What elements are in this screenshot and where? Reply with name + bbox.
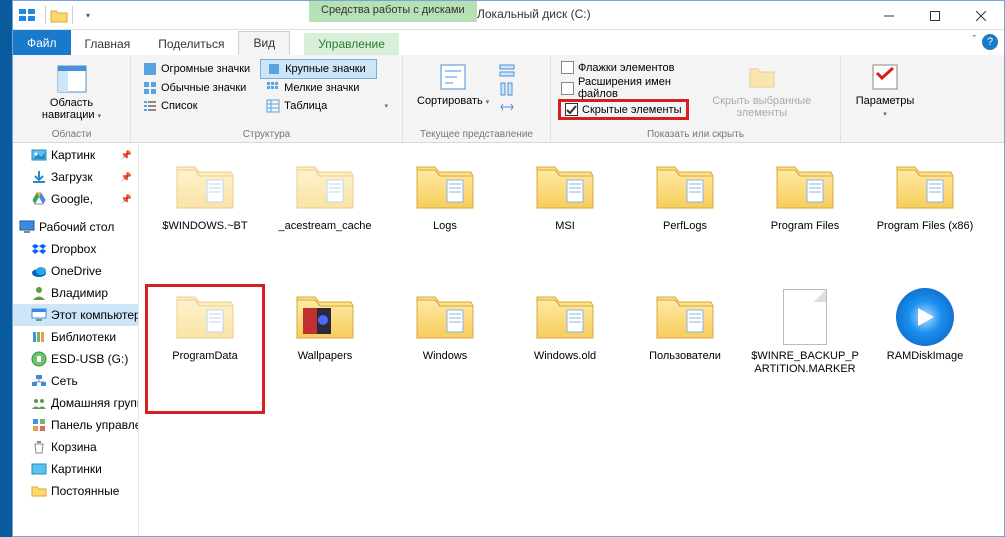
tab-row: Файл Главная Поделиться Вид Управление ˇ… — [13, 30, 1004, 55]
options-button[interactable]: Параметры ▾ — [847, 59, 923, 123]
nav-pane-icon — [56, 63, 88, 95]
size-columns-icon[interactable] — [499, 99, 515, 115]
content-area: Картинк📌Загрузк📌Google,📌 Рабочий столDrop… — [13, 144, 1004, 536]
tree-item[interactable]: Сеть — [13, 370, 138, 392]
tree-item[interactable]: OneDrive — [13, 260, 138, 282]
maximize-button[interactable] — [912, 1, 958, 30]
group-by-icon[interactable] — [499, 63, 515, 79]
window-icon — [19, 9, 35, 21]
hide-icon — [746, 61, 778, 93]
ribbon-collapse-icon[interactable]: ˇ — [972, 34, 976, 50]
layout-list[interactable]: Список — [137, 97, 260, 115]
file-item[interactable]: Пользователи — [625, 284, 745, 414]
nav-tree[interactable]: Картинк📌Загрузк📌Google,📌 Рабочий столDrop… — [13, 144, 139, 536]
chk-item-flags[interactable]: Флажки элементов — [561, 61, 686, 74]
tab-home[interactable]: Главная — [71, 33, 145, 55]
tree-item[interactable]: Домашняя группа — [13, 392, 138, 414]
tree-item[interactable]: Корзина — [13, 436, 138, 458]
file-item[interactable]: MSI — [505, 154, 625, 284]
files-pane[interactable]: $WINDOWS.~BT_acestream_cacheLogsMSIPerfL… — [139, 144, 1004, 536]
sort-icon — [437, 61, 469, 93]
layout-more[interactable]: ▾ — [377, 97, 396, 115]
tree-item[interactable]: Dropbox — [13, 238, 138, 260]
options-icon — [869, 61, 901, 93]
tree-item[interactable]: Библиотеки — [13, 326, 138, 348]
qat-folder-icon[interactable] — [50, 8, 68, 23]
chk-file-extensions[interactable]: Расширения имен файлов — [561, 76, 686, 100]
tab-share[interactable]: Поделиться — [144, 33, 238, 55]
file-item[interactable]: $WINDOWS.~BT — [145, 154, 265, 284]
tree-item[interactable]: ESD-USB (G:) — [13, 348, 138, 370]
nav-pane-button[interactable]: Область навигации ▾ — [19, 59, 124, 127]
tree-item[interactable]: Этот компьютер — [13, 304, 138, 326]
ribbon-view: Область навигации ▾ Области Огромные зна… — [13, 55, 1004, 143]
file-item[interactable]: PerfLogs — [625, 154, 745, 284]
sort-button[interactable]: Сортировать ▾ — [409, 59, 497, 119]
file-item[interactable]: Windows — [385, 284, 505, 414]
file-item[interactable]: _acestream_cache — [265, 154, 385, 284]
tree-item[interactable]: Google,📌 — [13, 188, 138, 210]
tab-view[interactable]: Вид — [238, 31, 290, 55]
tree-item[interactable]: Картинк📌 — [13, 144, 138, 166]
add-column-icon[interactable] — [499, 81, 515, 97]
file-item[interactable]: ProgramData — [145, 284, 265, 414]
tab-manage[interactable]: Управление — [304, 33, 399, 55]
file-item[interactable]: Program Files (x86) — [865, 154, 985, 284]
file-item[interactable]: Wallpapers — [265, 284, 385, 414]
layout-huge-icons[interactable]: Огромные значки — [137, 59, 260, 79]
layout-small-icons[interactable]: Мелкие значки — [260, 79, 377, 97]
tree-item[interactable]: Владимир — [13, 282, 138, 304]
minimize-button[interactable] — [866, 1, 912, 30]
tree-item[interactable]: Картинки — [13, 458, 138, 480]
file-item[interactable]: Program Files — [745, 154, 865, 284]
tree-item[interactable]: Панель управления — [13, 414, 138, 436]
tree-item[interactable]: Рабочий стол — [13, 216, 138, 238]
tree-item[interactable]: Загрузк📌 — [13, 166, 138, 188]
layout-table[interactable]: Таблица — [260, 97, 377, 115]
titlebar: ▾ Средства работы с дисками Локальный ди… — [13, 1, 1004, 30]
layout-large-icons[interactable]: Крупные значки — [260, 59, 377, 79]
qat-dropdown[interactable]: ▾ — [77, 4, 99, 26]
file-item[interactable]: Logs — [385, 154, 505, 284]
file-item[interactable]: RAMDiskImage — [865, 284, 985, 414]
tree-item[interactable]: Постоянные — [13, 480, 138, 502]
file-item[interactable]: Windows.old — [505, 284, 625, 414]
window-title: Локальный диск (C:) — [477, 7, 591, 21]
tab-file[interactable]: Файл — [13, 30, 71, 55]
help-icon[interactable]: ? — [982, 34, 998, 50]
close-button[interactable] — [958, 1, 1004, 30]
contextual-tab-label: Средства работы с дисками — [309, 1, 477, 22]
file-item[interactable]: $WINRE_BACKUP_PARTITION.MARKER — [745, 284, 865, 414]
hide-selected-button[interactable]: Скрыть выбранные элементы — [690, 59, 834, 121]
explorer-window: ▾ Средства работы с дисками Локальный ди… — [12, 0, 1005, 537]
chk-hidden-items[interactable]: Скрытые элементы — [558, 99, 689, 120]
layout-normal-icons[interactable]: Обычные значки — [137, 79, 260, 97]
